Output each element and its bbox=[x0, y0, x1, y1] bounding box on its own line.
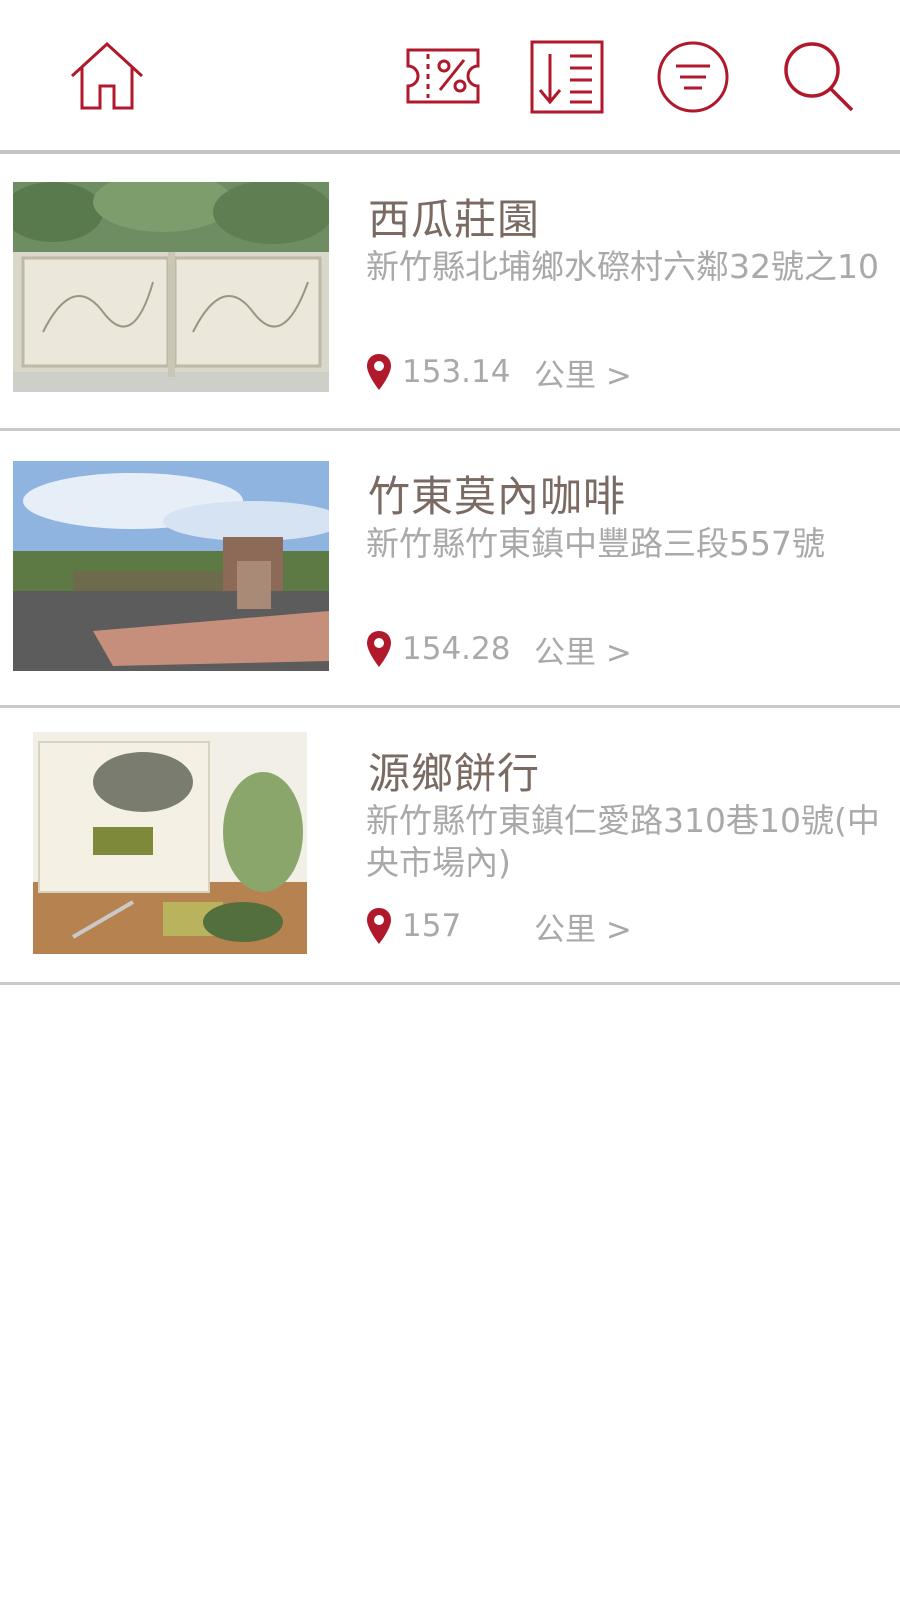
top-toolbar bbox=[0, 0, 900, 152]
search-icon[interactable] bbox=[778, 36, 860, 118]
distance-value: 153.14 bbox=[402, 354, 511, 390]
home-icon[interactable] bbox=[66, 36, 148, 118]
distance-row: 153.14 公里 > bbox=[366, 350, 632, 395]
store-list: 西瓜莊園 新竹縣北埔鄉水磜村六鄰32號之10 153.14 公里 > 竹東莫內咖… bbox=[0, 154, 900, 985]
location-pin-icon bbox=[367, 631, 391, 667]
list-item[interactable]: 源鄉餅行 新竹縣竹東鎮仁愛路310巷10號(中央市場內) 157 公里 > bbox=[0, 708, 900, 985]
location-pin-icon bbox=[367, 354, 391, 390]
distance-value: 157 bbox=[402, 908, 462, 944]
distance-unit-link[interactable]: 公里 > bbox=[534, 627, 632, 672]
location-pin-icon bbox=[367, 908, 391, 944]
distance-value: 154.28 bbox=[402, 631, 511, 667]
store-photo bbox=[13, 461, 329, 671]
distance-unit-link[interactable]: 公里 > bbox=[534, 904, 632, 949]
distance-unit-link[interactable]: 公里 > bbox=[534, 350, 632, 395]
store-address: 新竹縣竹東鎮仁愛路310巷10號(中央市場內) bbox=[366, 801, 880, 882]
store-name: 西瓜莊園 bbox=[368, 195, 541, 244]
distance-row: 154.28 公里 > bbox=[366, 627, 632, 672]
store-address: 新竹縣竹東鎮中豐路三段557號 bbox=[366, 524, 825, 563]
store-photo bbox=[13, 182, 329, 392]
list-item[interactable]: 西瓜莊園 新竹縣北埔鄉水磜村六鄰32號之10 153.14 公里 > bbox=[0, 154, 900, 431]
store-name: 竹東莫內咖啡 bbox=[368, 472, 627, 521]
coupon-icon[interactable] bbox=[402, 36, 484, 118]
list-item[interactable]: 竹東莫內咖啡 新竹縣竹東鎮中豐路三段557號 154.28 公里 > bbox=[0, 431, 900, 708]
sort-icon[interactable] bbox=[526, 36, 608, 118]
menu-icon[interactable] bbox=[652, 36, 734, 118]
store-name: 源鄉餅行 bbox=[368, 749, 541, 798]
distance-row: 157 公里 > bbox=[366, 904, 632, 949]
store-address: 新竹縣北埔鄉水磜村六鄰32號之10 bbox=[366, 247, 879, 286]
store-photo bbox=[33, 732, 307, 954]
